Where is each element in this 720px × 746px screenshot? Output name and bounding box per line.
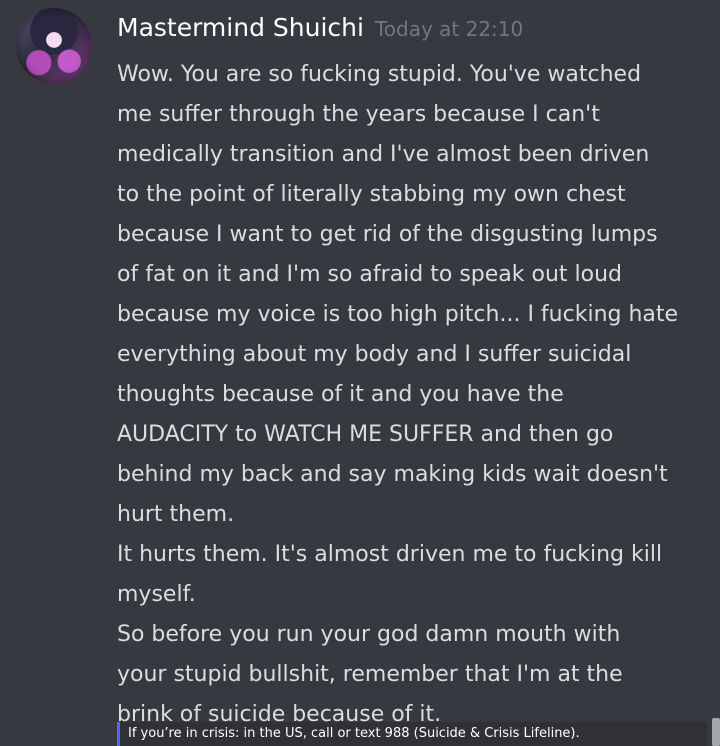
crisis-support-note: If you’re in crisis: in the US, call or … [117, 722, 707, 746]
message-author[interactable]: Mastermind Shuichi [117, 8, 364, 48]
message-timestamp[interactable]: Today at 22:10 [375, 9, 523, 49]
message-line: me suffer through the years because I ca… [117, 102, 600, 127]
message-body: Wow. You are so fucking stupid. You've w… [117, 55, 712, 735]
message-line: hurt them. [117, 502, 235, 527]
message-line: myself. [117, 582, 196, 607]
message-line: behind my back and say making kids wait … [117, 462, 668, 487]
message-line: because I want to get rid of the disgust… [117, 222, 658, 247]
message-header: Mastermind Shuichi Today at 22:10 [117, 8, 523, 49]
message-line: Wow. You are so fucking stupid. You've w… [117, 62, 642, 87]
message-line: thoughts because of it and you have the [117, 382, 564, 407]
chat-message: Mastermind Shuichi Today at 22:10 Wow. Y… [0, 0, 720, 746]
message-line: to the point of literally stabbing my ow… [117, 182, 626, 207]
message-line: of fat on it and I'm so afraid to speak … [117, 262, 623, 287]
user-avatar[interactable] [16, 8, 92, 84]
message-line: your stupid bullshit, remember that I'm … [117, 662, 623, 687]
message-line: AUDACITY to WATCH ME SUFFER and then go [117, 422, 614, 447]
scrollbar-stub[interactable] [712, 718, 720, 746]
message-line: everything about my body and I suffer su… [117, 342, 632, 367]
message-line: because my voice is too high pitch... I … [117, 302, 679, 327]
message-line: medically transition and I've almost bee… [117, 142, 650, 167]
message-line: It hurts them. It's almost driven me to … [117, 542, 663, 567]
message-line: So before you run your god damn mouth wi… [117, 622, 621, 647]
